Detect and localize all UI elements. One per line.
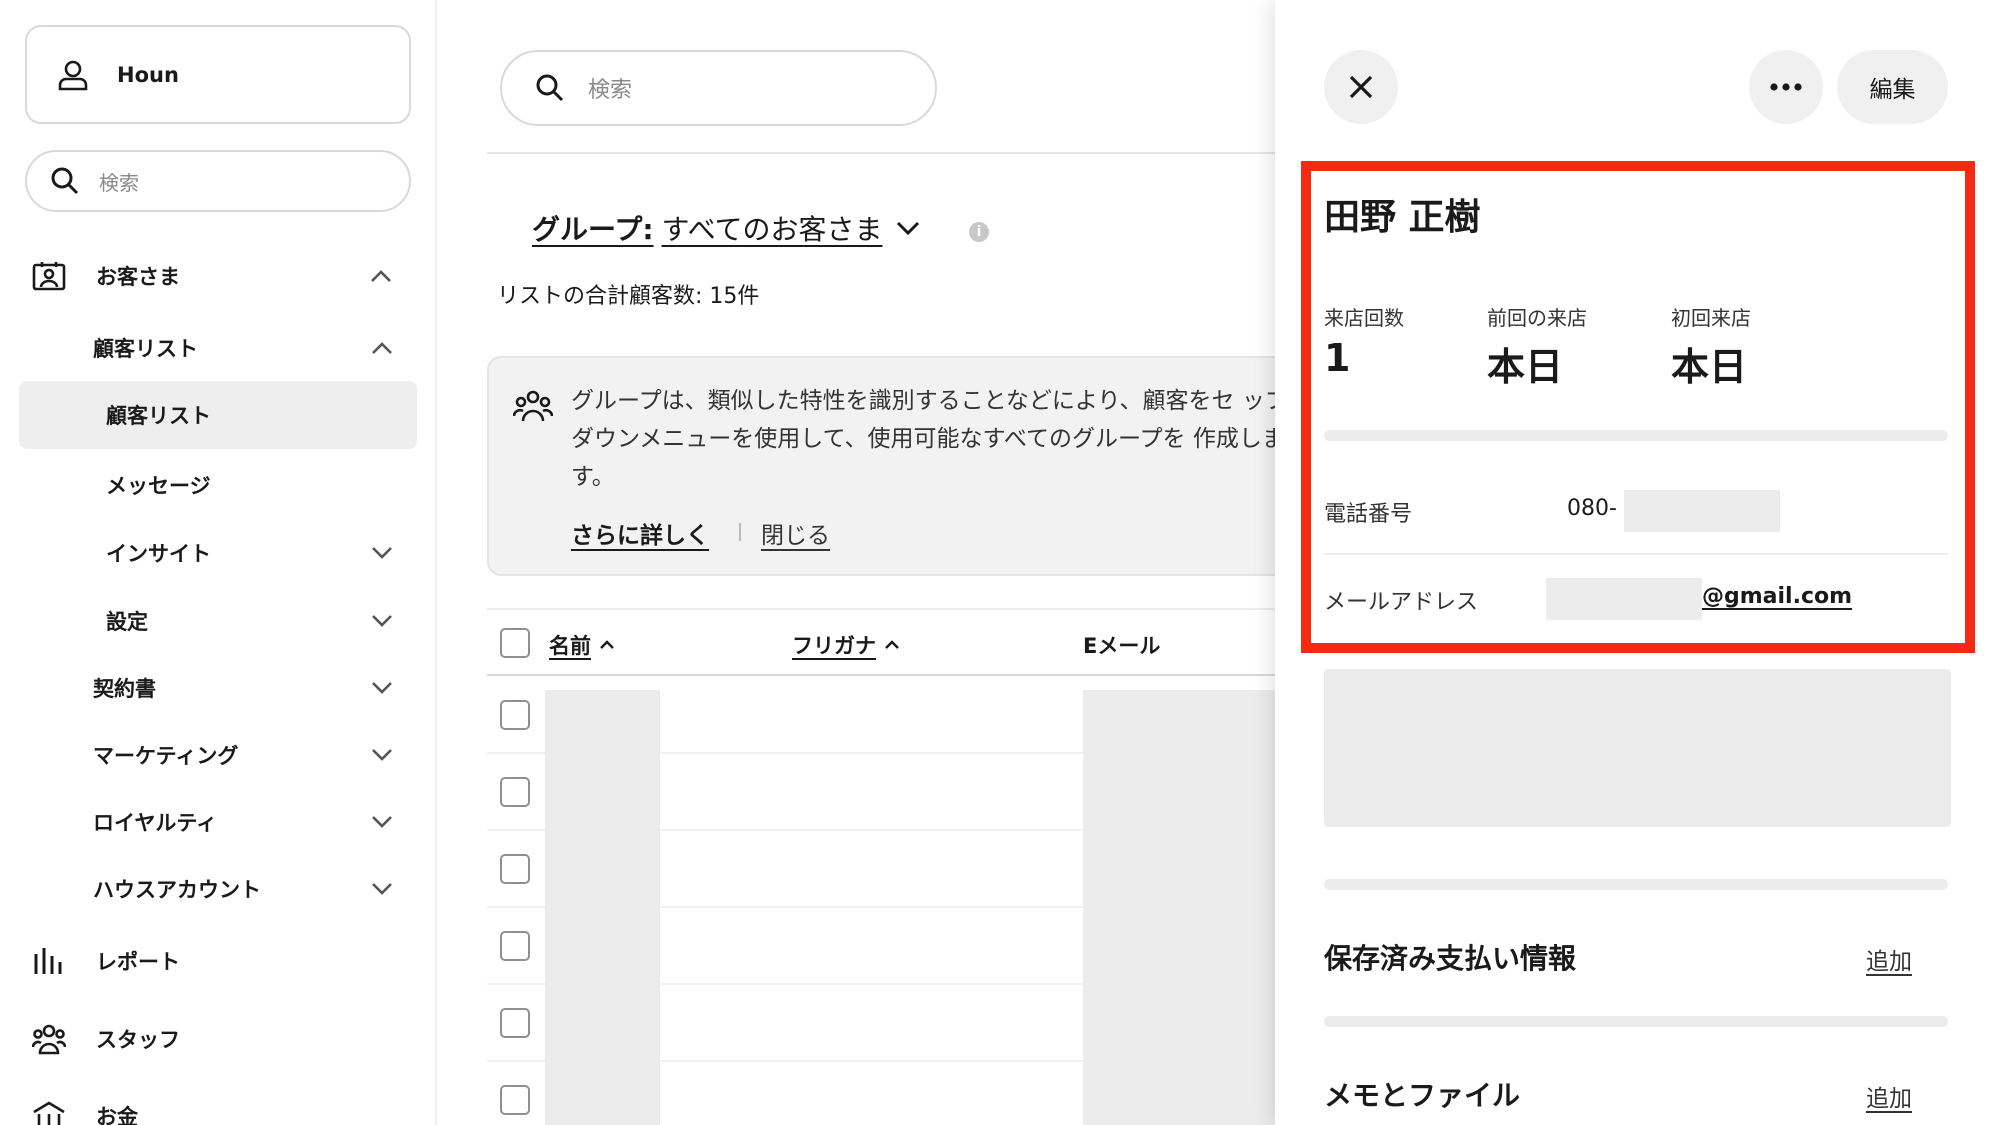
sidebar-item-customer-list-group[interactable]: 顧客リスト [93, 328, 422, 368]
sidebar-item-label: ハウスアカウント [93, 878, 261, 902]
bar-chart-icon [32, 945, 68, 977]
group-filter-label: グループ: [532, 213, 654, 246]
chevron-up-icon [368, 263, 394, 289]
redacted-names [545, 690, 660, 1125]
banner-text: グループは、類似した特性を識別することなどにより、顧客をセ ップダウンメニューを… [571, 388, 1288, 490]
chevron-down-icon [369, 608, 395, 634]
sidebar-item-contracts[interactable]: 契約書 [93, 668, 422, 708]
sidebar-item-reports[interactable]: レポート [32, 941, 180, 981]
sidebar-item-label: ロイヤルティ [93, 811, 218, 835]
column-header-label: フリガナ [792, 634, 876, 658]
sidebar-item-settings[interactable]: 設定 [106, 601, 422, 641]
team-icon [32, 1022, 68, 1056]
close-banner-link[interactable]: 閉じる [761, 516, 830, 550]
customer-card-icon [32, 260, 68, 292]
sidebar-search-input[interactable]: 検索 [25, 150, 411, 212]
customer-count: リストの合計顧客数: 15件 [497, 284, 760, 309]
sort-ascending-icon [599, 637, 615, 653]
row-checkbox[interactable] [500, 1008, 530, 1038]
divider [487, 152, 1277, 154]
notes-files-title: メモとファイル [1324, 1079, 1521, 1112]
close-icon [1348, 74, 1374, 100]
account-switcher[interactable]: Houn [25, 25, 411, 124]
main-search-input[interactable]: 検索 [500, 50, 937, 126]
sidebar-item-loyalty[interactable]: ロイヤルティ [93, 802, 422, 842]
more-icon [1770, 83, 1802, 91]
sidebar-item-label: お金 [96, 1105, 138, 1125]
sidebar-item-money[interactable]: お金 [32, 1096, 138, 1125]
bank-icon [32, 1099, 68, 1125]
redacted-emails [1083, 690, 1277, 1125]
highlight-box [1301, 161, 1975, 653]
sidebar-item-label: 契約書 [93, 677, 156, 701]
chevron-down-icon [369, 809, 395, 835]
sidebar-item-label: 設定 [106, 610, 148, 634]
learn-more-link[interactable]: さらに詳しく [571, 516, 709, 550]
main-search-placeholder: 検索 [588, 78, 633, 103]
sidebar-item-label: スタッフ [96, 1028, 180, 1052]
redacted-block [1324, 669, 1951, 827]
groups-info-banner: グループは、類似した特性を識別することなどにより、顧客をセ ップダウンメニューを… [487, 356, 1307, 576]
row-checkbox[interactable] [500, 700, 530, 730]
sidebar-item-marketing[interactable]: マーケティング [93, 735, 422, 775]
sidebar-item-insights[interactable]: インサイト [106, 533, 422, 573]
sidebar-item-label: 顧客リスト [93, 337, 198, 361]
table-header: 名前 フリガナ Eメール [487, 608, 1277, 676]
group-filter-dropdown[interactable]: グループ: すべてのお客さま [532, 208, 922, 248]
chevron-up-icon [369, 335, 395, 361]
chevron-down-icon [369, 876, 395, 902]
notes-files-add-link[interactable]: 追加 [1866, 1079, 1912, 1113]
sort-ascending-icon [884, 637, 900, 653]
group-filter-value: すべてのお客さま [661, 213, 883, 246]
sidebar-item-label: レポート [96, 950, 180, 974]
row-checkbox[interactable] [500, 1085, 530, 1115]
chevron-down-icon [369, 540, 395, 566]
account-name: Houn [117, 62, 179, 87]
column-header-furigana[interactable]: フリガナ [792, 630, 900, 660]
more-options-button[interactable] [1749, 50, 1823, 124]
sidebar-search-placeholder: 検索 [99, 170, 139, 195]
select-all-checkbox[interactable] [500, 628, 530, 658]
saved-payment-add-link[interactable]: 追加 [1866, 942, 1912, 976]
column-header-label: Eメール [1083, 634, 1161, 658]
column-header-email[interactable]: Eメール [1083, 630, 1160, 660]
sidebar-item-customer-list-active[interactable] [19, 381, 417, 449]
saved-payment-title: 保存済み支払い情報 [1324, 942, 1577, 975]
column-header-name[interactable]: 名前 [549, 630, 615, 660]
column-header-label: 名前 [549, 634, 591, 658]
chevron-down-icon [369, 675, 395, 701]
search-icon [47, 163, 83, 199]
group-icon [512, 388, 554, 428]
sidebar-item-messages[interactable]: メッセージ [106, 465, 211, 505]
person-icon [43, 45, 103, 105]
divider [1324, 1016, 1948, 1027]
row-checkbox[interactable] [500, 777, 530, 807]
edit-button[interactable]: 編集 [1837, 50, 1948, 124]
sidebar: Houn 検索 お客さま 顧客リスト 顧客リスト メッセージ インサイト 設定 … [0, 0, 437, 1125]
sidebar-item-label: お客さま [96, 265, 180, 289]
sidebar-item-label: インサイト [106, 542, 211, 566]
sidebar-item-customer-list[interactable]: 顧客リスト [106, 395, 211, 435]
chevron-down-icon [896, 215, 922, 241]
info-icon[interactable]: i [969, 222, 989, 242]
row-checkbox[interactable] [500, 854, 530, 884]
edit-button-label: 編集 [1869, 77, 1916, 103]
row-checkbox[interactable] [500, 931, 530, 961]
sidebar-item-house-accounts[interactable]: ハウスアカウント [93, 869, 422, 909]
chevron-down-icon [369, 742, 395, 768]
search-icon [532, 70, 568, 106]
close-button[interactable] [1324, 50, 1398, 124]
divider [1324, 879, 1948, 890]
sidebar-item-label: マーケティング [93, 744, 239, 768]
sidebar-item-label: メッセージ [106, 474, 211, 498]
link-separator [739, 523, 741, 541]
sidebar-item-label: 顧客リスト [106, 404, 211, 428]
sidebar-item-staff[interactable]: スタッフ [32, 1019, 180, 1059]
sidebar-item-customers[interactable]: お客さま [32, 256, 422, 296]
